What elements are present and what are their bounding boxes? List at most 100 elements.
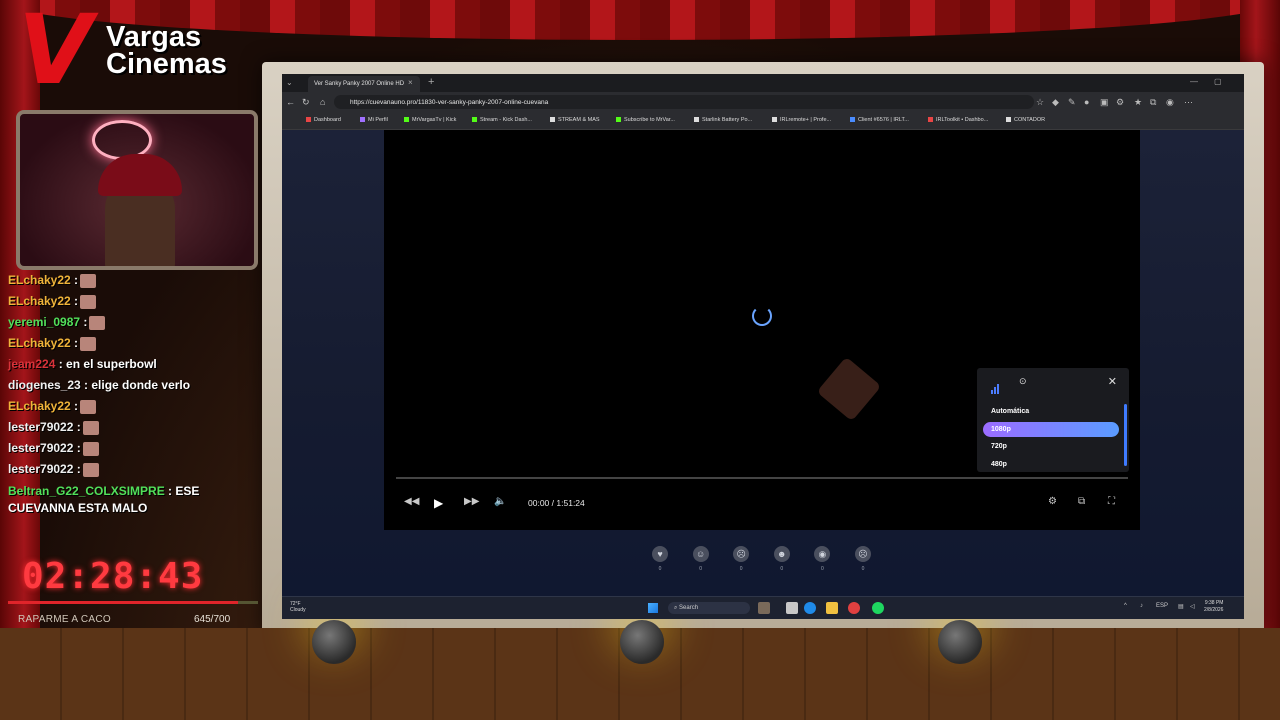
favorites-icon[interactable]: ★ xyxy=(1134,97,1142,108)
bookmark-item[interactable]: Mi Perfil xyxy=(360,117,388,123)
app-icon[interactable] xyxy=(758,602,770,614)
volume-icon[interactable]: 🔈 xyxy=(494,496,506,507)
bookmark-item[interactable]: IRLremote+ | Profe... xyxy=(772,117,831,123)
spotify-icon[interactable] xyxy=(872,602,884,614)
volume-tray-icon[interactable]: ◁ xyxy=(1190,603,1195,610)
chat-username[interactable]: ELchaky22 xyxy=(8,399,71,413)
bookmark-item[interactable]: Subscribe to MrVar... xyxy=(616,117,675,123)
tab-close-icon[interactable]: × xyxy=(408,78,413,87)
bookmark-item[interactable]: Stream - Kick Dash... xyxy=(472,117,532,123)
tray-expand-icon[interactable]: ^ xyxy=(1124,603,1127,609)
speed-icon[interactable]: ⊙ xyxy=(1019,376,1027,387)
bookmark-item[interactable]: STREAM & MAS xyxy=(550,117,600,123)
bookmark-item[interactable]: IRLToolkit • Dashbo... xyxy=(928,117,988,123)
seek-bar[interactable] xyxy=(396,477,1128,479)
video-player[interactable]: ⊙ ✕ Automática 1080p 720p 480p ◀◀ ▶ ▶▶ 🔈 00… xyxy=(384,130,1140,530)
chat-username[interactable]: lester79022 xyxy=(8,462,73,476)
reaction-button[interactable]: ♥ 0 xyxy=(651,546,669,572)
forward-icon[interactable]: ▶▶ xyxy=(464,496,479,507)
mic-icon[interactable]: ♪ xyxy=(1140,603,1143,609)
tab-active[interactable]: Ver Sanky Panky 2007 Online HD xyxy=(308,76,420,92)
chat-separator: : xyxy=(70,399,79,413)
pip-icon[interactable]: ⧉ xyxy=(1078,496,1085,507)
new-tab-button[interactable]: + xyxy=(428,76,434,88)
bookmark-item[interactable]: Dashboard xyxy=(306,117,341,123)
streamer-cap xyxy=(98,154,182,196)
chrome-icon[interactable] xyxy=(848,602,860,614)
bookmark-label: IRLToolkit • Dashbo... xyxy=(936,117,989,123)
profile-avatar-icon[interactable]: ◉ xyxy=(1166,97,1174,108)
reaction-emoji-icon: ☹ xyxy=(855,546,871,562)
quality-icon[interactable] xyxy=(991,376,1000,394)
chat-username[interactable]: jeam224 xyxy=(8,357,55,371)
reaction-button[interactable]: ☹ 0 xyxy=(854,546,872,572)
extension-icon[interactable]: ✎ xyxy=(1068,97,1076,108)
logo-line-1: Vargas xyxy=(106,21,202,53)
bookmark-favicon-icon xyxy=(306,117,311,123)
chat-username[interactable]: yeremi_0987 xyxy=(8,315,80,329)
reactions-bar: ♥ 0 ☺ 0 ☹ 0 ☻ 0 ◉ 0 ☹ 0 xyxy=(282,546,1244,586)
maximize-icon[interactable]: ▢ xyxy=(1214,77,1222,86)
bookmark-item[interactable]: CONTADOR xyxy=(1006,117,1045,123)
taskbar-search[interactable]: ⌕ Search xyxy=(668,602,750,614)
extension-icon[interactable]: ⚙ xyxy=(1116,97,1124,108)
quality-option[interactable]: 720p xyxy=(983,439,1119,454)
reaction-button[interactable]: ◉ 0 xyxy=(813,546,831,572)
quality-option[interactable]: 1080p xyxy=(983,421,1119,437)
chat-message: ELchaky22 : xyxy=(8,291,260,312)
chat-separator: : xyxy=(70,273,79,287)
quality-scrollbar[interactable] xyxy=(1124,404,1127,466)
quality-option[interactable]: 480p xyxy=(983,457,1119,472)
bookmark-label: STREAM & MAS xyxy=(558,117,600,123)
chat-username[interactable]: diogenes_23 xyxy=(8,378,81,392)
logo-letter: V xyxy=(18,0,93,106)
extension-icon[interactable]: ▣ xyxy=(1100,97,1109,108)
close-menu-icon[interactable]: ✕ xyxy=(1108,375,1117,388)
system-clock[interactable]: 9:38 PM 2/8/2026 xyxy=(1204,600,1223,614)
rewind-icon[interactable]: ◀◀ xyxy=(404,496,419,507)
chat-separator: : xyxy=(73,420,81,434)
duration: 1:51:24 xyxy=(556,498,585,508)
chat-separator: : xyxy=(80,378,89,392)
minimize-icon[interactable]: — xyxy=(1190,77,1198,86)
bookmark-item[interactable]: Client #6576 | IRLT... xyxy=(850,117,909,123)
chat-message: yeremi_0987 : xyxy=(8,312,260,333)
quality-option[interactable]: Automática xyxy=(983,404,1119,419)
windows-taskbar: 72°F Cloudy ⌕ Search ^ ♪ ESP ▤ ◁ 9:38 PM… xyxy=(282,596,1244,619)
chat-username[interactable]: ELchaky22 xyxy=(8,294,71,308)
tab-list-icon[interactable]: ⌄ xyxy=(286,78,293,87)
chat-message: ELchaky22 : xyxy=(8,270,260,291)
settings-icon[interactable]: ⚙ xyxy=(1048,496,1057,507)
language-indicator[interactable]: ESP xyxy=(1156,603,1168,609)
reaction-button[interactable]: ☹ 0 xyxy=(732,546,750,572)
chat-username[interactable]: lester79022 xyxy=(8,420,73,434)
chat-text: en el superbowl xyxy=(62,357,157,371)
back-icon[interactable]: ← xyxy=(286,97,295,107)
extension-icon[interactable]: ⧉ xyxy=(1150,97,1156,108)
network-icon[interactable]: ▤ xyxy=(1178,603,1184,610)
reload-icon[interactable]: ↻ xyxy=(302,97,310,108)
url-input[interactable]: https://cuevanauno.pro/11830-ver-sanky-p… xyxy=(334,95,1034,109)
task-view-icon[interactable] xyxy=(786,602,798,614)
fullscreen-icon[interactable]: ⛶ xyxy=(1108,496,1115,507)
bookmark-item[interactable]: Starlink Battery Po... xyxy=(694,117,752,123)
chat-username[interactable]: ELchaky22 xyxy=(8,336,71,350)
more-menu-icon[interactable]: ⋯ xyxy=(1184,97,1193,108)
chat-emote-icon xyxy=(82,441,99,456)
reaction-button[interactable]: ☺ 0 xyxy=(692,546,710,572)
start-icon[interactable] xyxy=(648,603,658,613)
browser-window: ⌄ Ver Sanky Panky 2007 Online HD × + — ▢… xyxy=(282,74,1244,619)
chat-username[interactable]: Beltran_G22_COLXSIMPRE xyxy=(8,484,165,498)
extension-icon[interactable]: ◆ xyxy=(1052,97,1059,108)
chat-username[interactable]: ELchaky22 xyxy=(8,273,71,287)
reaction-button[interactable]: ☻ 0 xyxy=(773,546,791,572)
play-icon[interactable]: ▶ xyxy=(434,496,443,510)
weather-widget[interactable]: 72°F Cloudy xyxy=(290,601,306,613)
chat-username[interactable]: lester79022 xyxy=(8,441,73,455)
bookmark-item[interactable]: MrVargasTv | Kick xyxy=(404,117,456,123)
file-explorer-icon[interactable] xyxy=(826,602,838,614)
home-icon[interactable]: ⌂ xyxy=(320,97,325,107)
star-icon[interactable]: ☆ xyxy=(1036,97,1044,108)
edge-icon[interactable] xyxy=(804,602,816,614)
extension-icon[interactable]: ● xyxy=(1084,97,1089,107)
